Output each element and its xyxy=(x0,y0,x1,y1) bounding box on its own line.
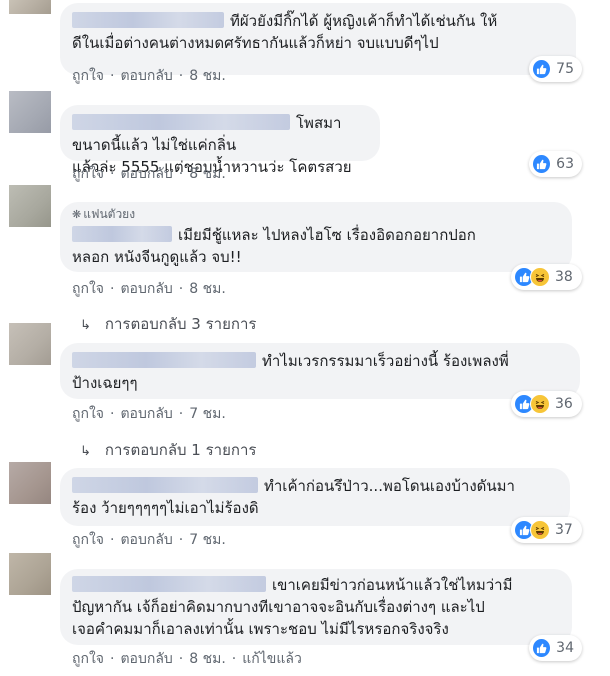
comment-bubble: ทำเค้าก่อนรึป่าว...พอโดนเองบ้างดันมา ร้อ… xyxy=(60,468,570,526)
reaction-count: 63 xyxy=(556,156,574,172)
haha-icon xyxy=(530,267,550,287)
timestamp[interactable]: 8 ชม. xyxy=(189,651,226,667)
reaction-summary[interactable]: 38 xyxy=(511,264,582,290)
comment-text: เมียมีชู้แหละ ไปหลงไฮโซ เรื่องอิดอกอยากป… xyxy=(178,226,476,244)
comment-text: ทำเค้าก่อนรึป่าว...พอโดนเองบ้างดันมา xyxy=(264,477,515,495)
timestamp[interactable]: 7 ชม. xyxy=(189,406,226,422)
like-icon xyxy=(532,59,552,79)
reaction-summary[interactable]: 75 xyxy=(529,56,582,82)
comment-text: เจอคำคมมาก็เอาลงเท่านั้น เพราะชอบ ไม่มีไ… xyxy=(72,620,449,638)
reply-link[interactable]: ตอบกลับ xyxy=(120,406,172,422)
comment-text: หลอก หนังจีนกูดูแล้ว จบ!! xyxy=(72,248,242,266)
like-link[interactable]: ถูกใจ xyxy=(72,406,104,422)
reaction-summary[interactable]: 34 xyxy=(529,635,582,661)
comment-actions: ถูกใจ · ตอบกลับ · 8 ชม. · แก้ไขแล้ว xyxy=(72,651,302,667)
replies-label[interactable]: การตอบกลับ 3 รายการ xyxy=(105,315,257,333)
reaction-count: 34 xyxy=(556,640,574,656)
blurred-author-name[interactable] xyxy=(72,11,224,28)
comment-text: ป้างเฉยๆๆ xyxy=(72,374,138,392)
comment-actions: ถูกใจ · ตอบกลับ · 7 ชม. xyxy=(72,532,226,548)
reply-link[interactable]: ตอบกลับ xyxy=(120,532,172,548)
avatar[interactable] xyxy=(9,91,51,133)
comment-actions: ถูกใจ · ตอบกลับ · 8 ชม. xyxy=(72,281,226,297)
top-fan-badge: ❋ แฟนตัวยง xyxy=(72,207,560,222)
comment-bubble: โพสมาขนาดนี้แล้ว ไม่ใช่แค่กลิ่น แล้วล่ะ … xyxy=(60,105,380,176)
avatar[interactable] xyxy=(9,553,51,595)
comment-text: ทีผัวยังมีกิ๊กได้ ผู้หญิงเค้าก็ทำได้เช่น… xyxy=(230,12,498,30)
like-link[interactable]: ถูกใจ xyxy=(72,651,104,667)
edited-label[interactable]: แก้ไขแล้ว xyxy=(242,651,302,667)
reaction-count: 37 xyxy=(555,522,573,538)
reaction-count: 38 xyxy=(555,269,573,285)
avatar[interactable] xyxy=(9,0,51,14)
blurred-author-name[interactable] xyxy=(72,351,256,368)
blurred-author-name[interactable] xyxy=(72,113,290,130)
comment-text: ร้อง ว้ายๆๆๆๆๆไม่เอาไม่ร้องดิ xyxy=(72,499,259,517)
comment-text: เขาเคยมีข่าวก่อนหน้าแล้วใช่ไหมว่ามี xyxy=(272,576,513,594)
avatar[interactable] xyxy=(9,462,51,504)
like-link[interactable]: ถูกใจ xyxy=(72,281,104,297)
timestamp[interactable]: 7 ชม. xyxy=(189,532,226,548)
comment-text: ปัญหากัน เจ้ก็อย่าคิดมากบางทีเขาอาจจะอิน… xyxy=(72,598,485,616)
like-icon xyxy=(532,154,552,174)
replies-label[interactable]: การตอบกลับ 1 รายการ xyxy=(105,441,257,459)
comment-actions: ถูกใจ · ตอบกลับ · 8 ชม. xyxy=(72,68,226,84)
like-icon xyxy=(532,638,552,658)
reply-link[interactable]: ตอบกลับ xyxy=(120,166,172,182)
reply-arrow-icon: ↳ xyxy=(80,444,91,459)
blurred-author-name[interactable] xyxy=(72,225,172,242)
haha-icon xyxy=(530,520,550,540)
blurred-author-name[interactable] xyxy=(72,575,266,592)
timestamp[interactable]: 8 ชม. xyxy=(189,281,226,297)
view-replies-link[interactable]: ↳ การตอบกลับ 3 รายการ xyxy=(80,315,256,335)
view-replies-link[interactable]: ↳ การตอบกลับ 1 รายการ xyxy=(80,441,256,461)
like-link[interactable]: ถูกใจ xyxy=(72,68,104,84)
reply-link[interactable]: ตอบกลับ xyxy=(120,68,172,84)
like-link[interactable]: ถูกใจ xyxy=(72,532,104,548)
comment-actions: ถูกใจ · ตอบกลับ · 8 ชม. xyxy=(72,166,226,182)
reaction-summary[interactable]: 36 xyxy=(511,391,582,417)
like-link[interactable]: ถูกใจ xyxy=(72,166,104,182)
comment-text: ทำไมเวรกรรมมาเร็วอย่างนี้ ร้องเพลงพี่ xyxy=(262,352,509,370)
reaction-count: 36 xyxy=(555,396,573,412)
reaction-count: 75 xyxy=(556,61,574,77)
avatar[interactable] xyxy=(9,323,51,365)
avatar[interactable] xyxy=(9,185,51,227)
comment-bubble: ทีผัวยังมีกิ๊กได้ ผู้หญิงเค้าก็ทำได้เช่น… xyxy=(60,3,576,75)
reply-arrow-icon: ↳ xyxy=(80,318,91,333)
haha-icon xyxy=(530,394,550,414)
comment-bubble: ทำไมเวรกรรมมาเร็วอย่างนี้ ร้องเพลงพี่ ป้… xyxy=(60,343,580,399)
blurred-author-name[interactable] xyxy=(72,476,258,493)
reaction-summary[interactable]: 63 xyxy=(529,151,582,177)
comment-text: ดีในเมื่อต่างคนต่างหมดศรัทธากันแล้วก็หย่… xyxy=(72,34,439,52)
timestamp[interactable]: 8 ชม. xyxy=(189,68,226,84)
comment-bubble: เขาเคยมีข่าวก่อนหน้าแล้วใช่ไหมว่ามี ปัญห… xyxy=(60,569,572,645)
reply-link[interactable]: ตอบกลับ xyxy=(120,651,172,667)
timestamp[interactable]: 8 ชม. xyxy=(189,166,226,182)
comment-actions: ถูกใจ · ตอบกลับ · 7 ชม. xyxy=(72,406,226,422)
reaction-summary[interactable]: 37 xyxy=(511,517,582,543)
top-fan-icon: ❋ xyxy=(72,208,82,221)
badge-label: แฟนตัวยง xyxy=(83,207,136,221)
comment-bubble: ❋ แฟนตัวยง เมียมีชู้แหละ ไปหลงไฮโซ เรื่อง… xyxy=(60,202,572,272)
reply-link[interactable]: ตอบกลับ xyxy=(120,281,172,297)
